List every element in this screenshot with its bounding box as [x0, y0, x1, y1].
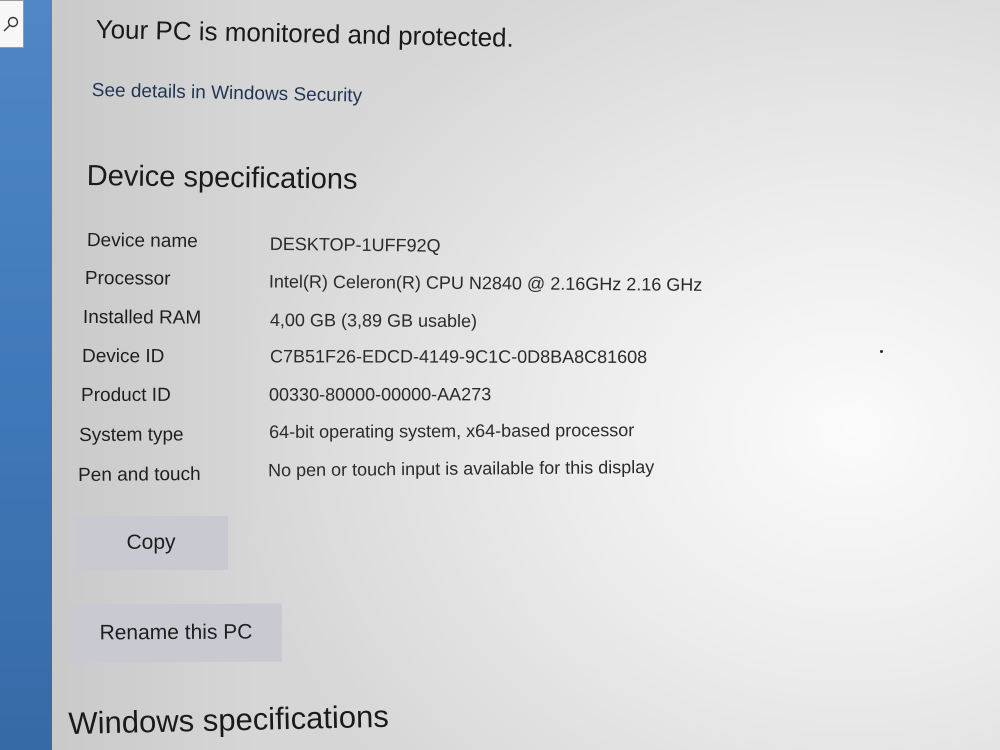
screen-dust-speck: [880, 350, 883, 353]
spec-label: Installed RAM: [82, 307, 202, 329]
spec-label: System type: [79, 424, 184, 446]
spec-value: 64-bit operating system, x64-based proce…: [268, 420, 635, 443]
spec-value: Intel(R) Celeron(R) CPU N2840 @ 2.16GHz …: [268, 271, 703, 295]
windows-specifications-heading: Windows specifications: [68, 698, 390, 741]
spec-label: Device ID: [81, 346, 165, 368]
spec-label: Product ID: [81, 384, 171, 406]
spec-value: No pen or touch input is available for t…: [267, 456, 655, 481]
rename-pc-button[interactable]: Rename this PC: [69, 603, 283, 663]
copy-button[interactable]: Copy: [74, 516, 228, 570]
spec-label: Pen and touch: [78, 463, 201, 486]
spec-label: Device name: [86, 230, 198, 253]
spec-label: Processor: [84, 268, 171, 290]
spec-value: C7B51F26-EDCD-4149-9C1C-0D8BA8C81608: [269, 346, 648, 367]
spec-value: DESKTOP-1UFF92Q: [269, 233, 441, 256]
spec-value: 00330-80000-00000-AA273: [268, 384, 492, 405]
spec-value: 4,00 GB (3,89 GB usable): [269, 309, 478, 332]
